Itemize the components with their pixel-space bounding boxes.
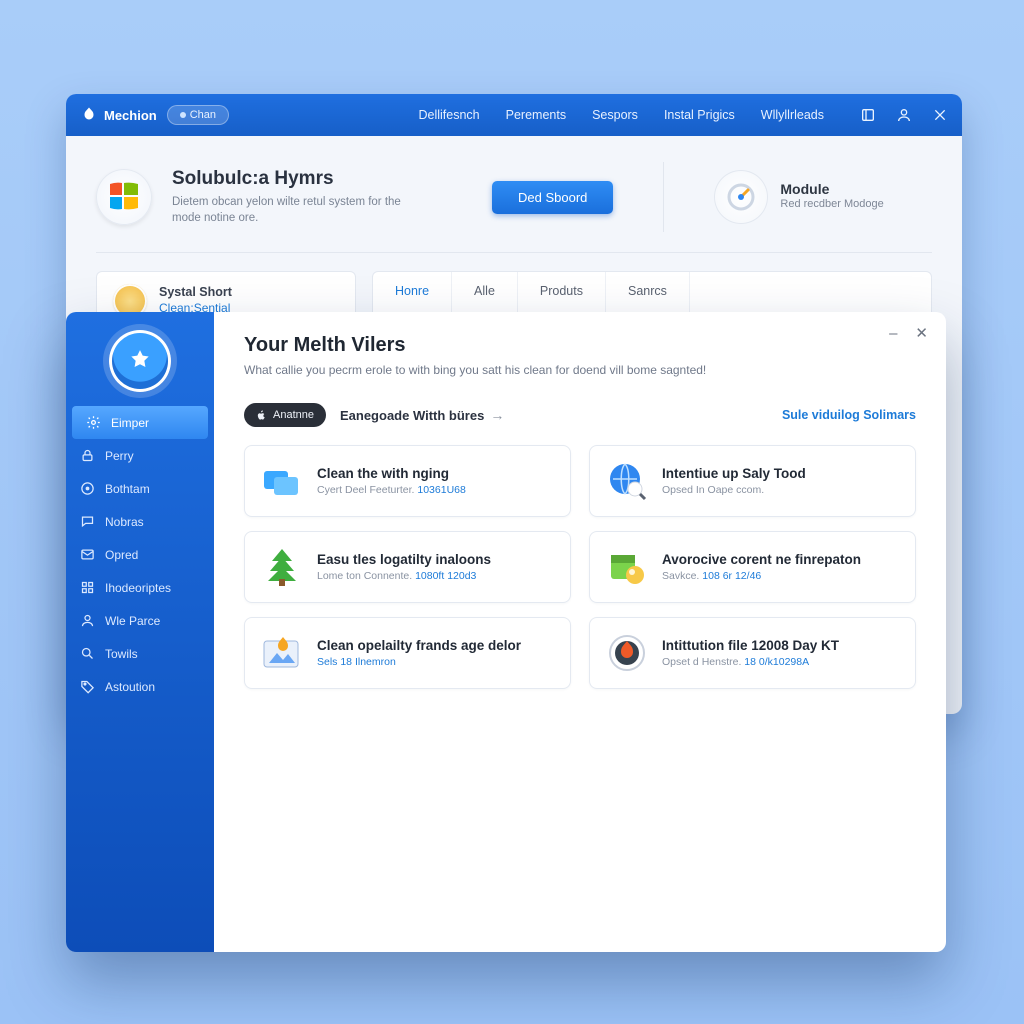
tag-icon: [80, 679, 95, 694]
module-subtitle: Red recdber Modoge: [780, 197, 883, 212]
card-title: Clean the with nging: [317, 466, 466, 481]
hero-divider: [663, 162, 664, 232]
apple-icon: [256, 410, 267, 421]
sidebar-item-towils[interactable]: Towils: [66, 637, 214, 670]
card-title: Clean opelailty frands age delor: [317, 638, 521, 653]
top-nav: Dellifesnch Perements Sespors Instal Pri…: [418, 108, 824, 122]
dot-icon: [180, 112, 186, 118]
disc-flame-icon: [606, 632, 648, 674]
sidebar-label: Wle Parce: [105, 614, 160, 628]
side-link[interactable]: Sule viduilog Solimars: [782, 408, 916, 422]
sidebar-label: Nobras: [105, 515, 144, 529]
dialog-sidebar: Eimper Perry Bothtam Nobras Opred Ihodeo…: [66, 312, 214, 952]
feature-card-4[interactable]: Clean opelailty frands age delor Sels 18…: [244, 617, 571, 689]
box-orb-icon: [606, 546, 648, 588]
minimize-icon[interactable]: –: [889, 326, 897, 341]
globe-search-icon: [606, 460, 648, 502]
lock-icon: [80, 448, 95, 463]
sidebar-label: Eimper: [111, 416, 149, 430]
sidebar-label: Towils: [105, 647, 138, 661]
sidebar-item-nobras[interactable]: Nobras: [66, 505, 214, 538]
dialog-main: – ✕ Your Melth Vilers What callie you pe…: [214, 312, 946, 952]
card-title: Intentiue up Saly Tood: [662, 466, 806, 481]
gauge-icon: [714, 170, 768, 224]
feature-grid: Clean the with nging Cyert Deel Feeturte…: [244, 445, 916, 689]
brand-text: Mechion: [104, 108, 157, 123]
person-icon: [80, 613, 95, 628]
folders-icon: [261, 460, 303, 502]
card-title: Intittution file 12008 Day KT: [662, 638, 839, 653]
nav-item-0[interactable]: Dellifesnch: [418, 108, 479, 122]
windows-logo-icon: [96, 169, 152, 225]
card-meta: Opset d Henstre. 18 0/k10298A: [662, 656, 839, 668]
chip-label: Chan: [190, 109, 216, 121]
sidebar-item-bothtam[interactable]: Bothtam: [66, 472, 214, 505]
window-controls: [860, 107, 948, 123]
card-meta: Sels 18 Ilnemron: [317, 656, 521, 668]
gear-icon: [86, 415, 101, 430]
chat-icon: [80, 514, 95, 529]
card-meta: Lome ton Connente. 1080ft 120d3: [317, 570, 491, 582]
dialog-window: Eimper Perry Bothtam Nobras Opred Ihodeo…: [66, 312, 946, 952]
sidebar-label: Ihodeoriptes: [105, 581, 171, 595]
hero-cta-button[interactable]: Ded Sboord: [492, 181, 613, 214]
feature-card-5[interactable]: Intittution file 12008 Day KT Opset d He…: [589, 617, 916, 689]
search-icon: [80, 646, 95, 661]
pill-light-button[interactable]: Eanegoade Witth büres →: [340, 407, 504, 423]
circle-dot-icon: [80, 481, 95, 496]
sidebar-label: Bothtam: [105, 482, 150, 496]
sidebar-item-perry[interactable]: Perry: [66, 439, 214, 472]
card-meta: Savkce. 108 6r 12/46: [662, 570, 861, 582]
card-title: Avorocive corent ne finrepaton: [662, 552, 861, 567]
nav-item-4[interactable]: Wllyllrleads: [761, 108, 824, 122]
dialog-window-controls: – ✕: [889, 326, 928, 341]
sidebar-label: Opred: [105, 548, 138, 562]
close-icon[interactable]: ✕: [915, 326, 928, 341]
hero-title: Solubulc:a Hymrs: [172, 168, 432, 190]
quick-title: Systal Short: [159, 285, 232, 299]
dialog-subtitle: What callie you pecrm erole to with bing…: [244, 363, 916, 377]
app-titlebar: Mechion Chan Dellifesnch Perements Sespo…: [66, 94, 962, 136]
pill-light-label: Eanegoade Witth büres: [340, 408, 484, 423]
tree-icon: [261, 546, 303, 588]
sidebar-label: Astoution: [105, 680, 155, 694]
module-block: Module Red recdber Modoge: [714, 170, 883, 224]
sidebar-item-ihodeoriptes[interactable]: Ihodeoriptes: [66, 571, 214, 604]
feature-card-3[interactable]: Avorocive corent ne finrepaton Savkce. 1…: [589, 531, 916, 603]
app-brand[interactable]: Mechion: [80, 106, 157, 124]
filter-row: Anatnne Eanegoade Witth büres → Sule vid…: [244, 403, 916, 427]
picture-flame-icon: [261, 632, 303, 674]
dialog-title: Your Melth Vilers: [244, 334, 916, 357]
arrow-right-icon: →: [490, 407, 504, 423]
card-meta: Cyert Deel Feeturter. 10361U68: [317, 484, 466, 496]
titlebar-chip[interactable]: Chan: [167, 105, 229, 125]
feature-card-1[interactable]: Intentiue up Saly Tood Opsed In Oape cco…: [589, 445, 916, 517]
sidebar-item-opred[interactable]: Opred: [66, 538, 214, 571]
mail-icon: [80, 547, 95, 562]
feature-card-0[interactable]: Clean the with nging Cyert Deel Feeturte…: [244, 445, 571, 517]
pill-dark-button[interactable]: Anatnne: [244, 403, 326, 427]
pill-dark-label: Anatnne: [273, 409, 314, 421]
sidebar-item-astoution[interactable]: Astoution: [66, 670, 214, 703]
card-title: Easu tles logatilty inaloons: [317, 552, 491, 567]
feature-card-2[interactable]: Easu tles logatilty inaloons Lome ton Co…: [244, 531, 571, 603]
brand-leaf-icon: [80, 106, 98, 124]
nav-item-3[interactable]: Instal Prigics: [664, 108, 735, 122]
sidebar-brand-icon: [109, 330, 171, 392]
sidebar-label: Perry: [105, 449, 134, 463]
close-icon[interactable]: [932, 107, 948, 123]
box-icon[interactable]: [860, 107, 876, 123]
sidebar-item-eimper[interactable]: Eimper: [72, 406, 208, 439]
card-meta: Opsed In Oape ccom.: [662, 484, 806, 496]
module-title: Module: [780, 181, 883, 197]
nav-item-2[interactable]: Sespors: [592, 108, 638, 122]
grid-icon: [80, 580, 95, 595]
nav-item-1[interactable]: Perements: [506, 108, 566, 122]
user-icon[interactable]: [896, 107, 912, 123]
sidebar-item-wleparce[interactable]: Wle Parce: [66, 604, 214, 637]
hero-row: Solubulc:a Hymrs Dietem obcan yelon wilt…: [96, 162, 932, 253]
hero-subtitle: Dietem obcan yelon wilte retul system fo…: [172, 194, 432, 226]
